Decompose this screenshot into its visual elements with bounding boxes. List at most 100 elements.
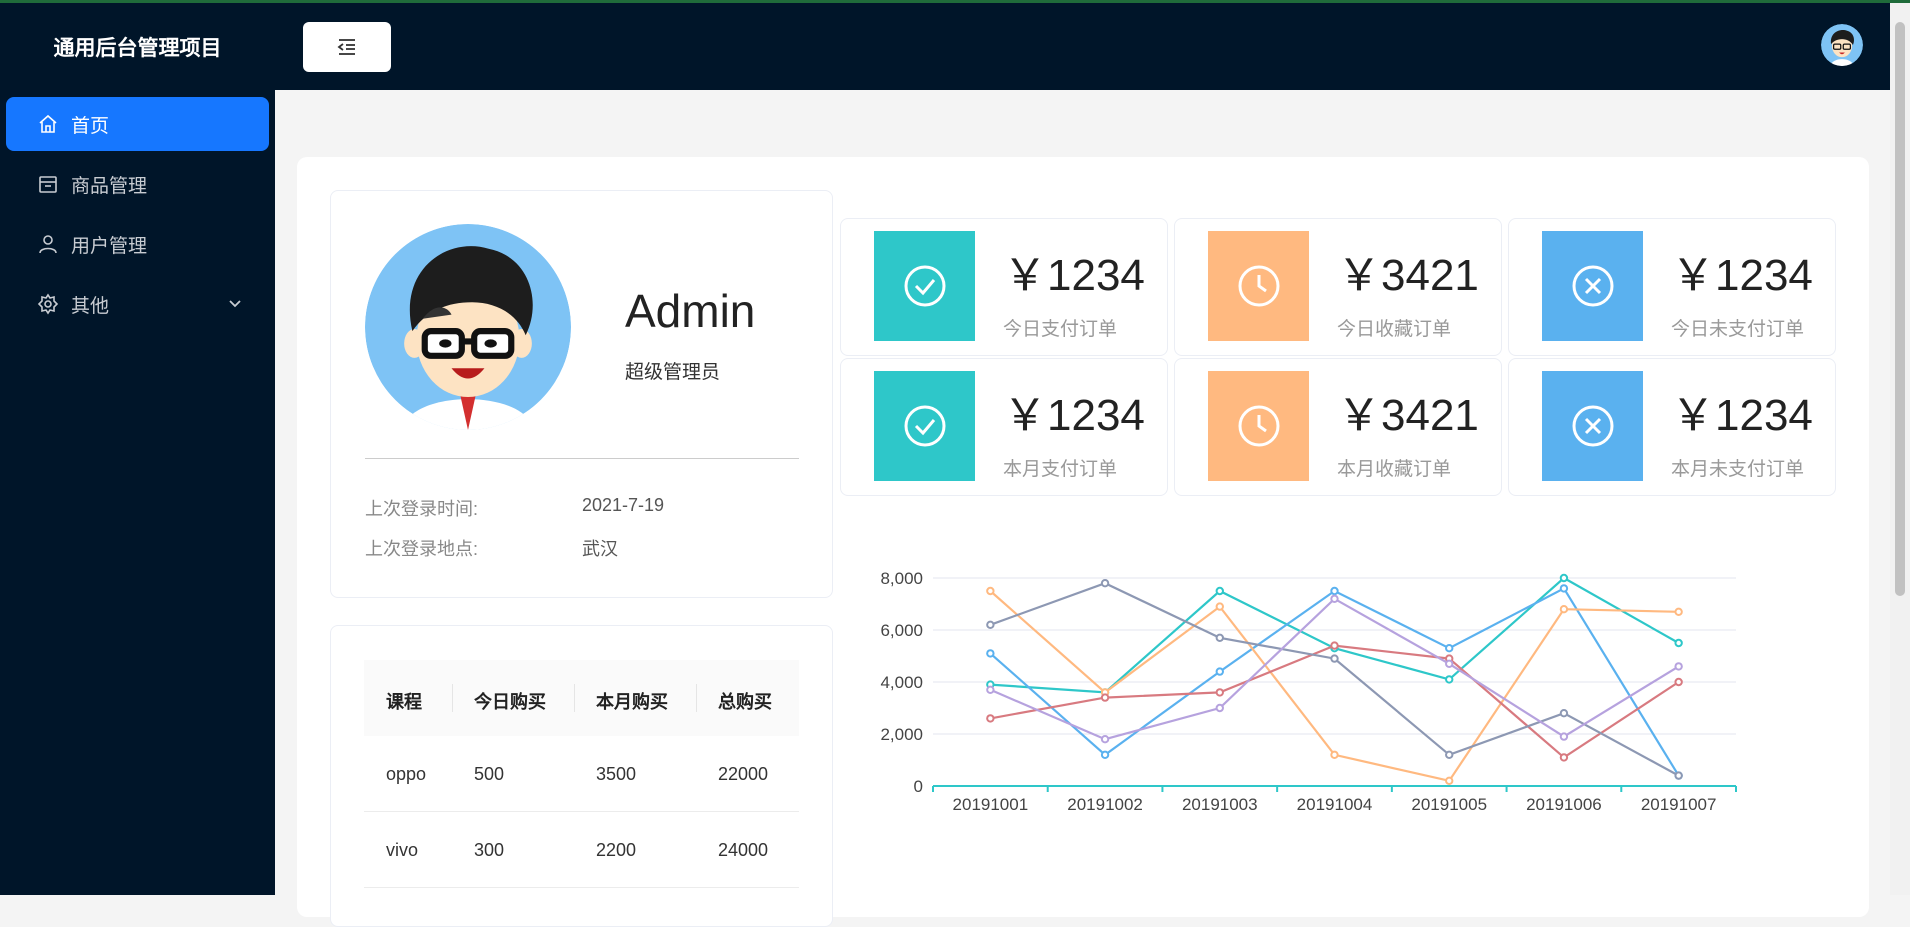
close-circle-icon xyxy=(1572,265,1613,307)
last-login-place-value: 武汉 xyxy=(582,539,618,559)
clock-icon xyxy=(1238,405,1279,447)
stat-card-today-paid: ￥1234 今日支付订单 xyxy=(840,218,1168,356)
stat-icon-box xyxy=(874,231,975,341)
table-row: vivo 300 2200 24000 xyxy=(364,812,799,888)
table-cell: oppo xyxy=(386,764,427,784)
table-header: 课程 今日购买 本月购买 总购买 xyxy=(364,660,799,736)
data-point xyxy=(1215,586,1224,596)
stat-value: ￥3421 xyxy=(1337,391,1479,440)
stat-icon-box xyxy=(1542,371,1643,481)
last-login-time-value: 2021-7-19 xyxy=(582,495,665,515)
table-cell: vivo xyxy=(386,840,419,860)
user-name: Admin xyxy=(625,285,756,337)
sidebar-item-users[interactable]: 用户管理 xyxy=(6,217,269,271)
header-avatar[interactable] xyxy=(1821,24,1863,66)
page-scrollbar-thumb[interactable] xyxy=(1895,22,1905,596)
chevron-down-icon xyxy=(227,295,243,311)
column-header: 总购买 xyxy=(718,692,772,712)
user-icon xyxy=(37,233,59,255)
data-point xyxy=(1559,573,1569,583)
check-circle-icon xyxy=(904,265,945,307)
x-tick-label: 20191002 xyxy=(1067,795,1143,814)
table-cell: 500 xyxy=(474,764,505,784)
stat-label: 本月未支付订单 xyxy=(1671,459,1805,480)
y-tick-label: 2,000 xyxy=(880,725,923,744)
data-point xyxy=(1100,693,1110,702)
data-point xyxy=(1559,709,1569,718)
column-separator xyxy=(696,684,697,712)
data-point xyxy=(1215,602,1224,611)
column-header: 今日购买 xyxy=(474,692,546,712)
series-line xyxy=(989,597,1680,741)
stat-value: ￥1234 xyxy=(1671,251,1813,300)
table-cell: 22000 xyxy=(718,764,769,784)
stat-card-month-paid: ￥1234 本月支付订单 xyxy=(840,358,1168,496)
sidebar-item-products[interactable]: 商品管理 xyxy=(6,157,269,211)
x-tick-label: 20191006 xyxy=(1526,795,1602,814)
data-point xyxy=(1215,633,1224,643)
data-point xyxy=(1330,750,1339,760)
purchase-table-card: 课程 今日购买 本月购买 总购买 oppo 500 3500 22000 viv… xyxy=(330,625,833,927)
table-row: oppo 500 3500 22000 xyxy=(364,736,799,812)
stat-card-today-favorite: ￥3421 今日收藏订单 xyxy=(1174,218,1502,356)
last-login-place-label: 上次登录地点: xyxy=(365,539,479,559)
check-circle-icon xyxy=(904,405,945,447)
data-point xyxy=(1215,688,1224,697)
stat-icon-box xyxy=(1542,231,1643,341)
column-header: 本月购买 xyxy=(596,692,668,712)
data-point xyxy=(1330,594,1339,603)
data-point xyxy=(986,649,995,658)
setting-icon xyxy=(37,293,59,315)
table-cell: 2200 xyxy=(596,840,637,860)
menu-collapse-button[interactable] xyxy=(303,22,391,72)
data-point xyxy=(1215,667,1224,676)
x-tick-label: 20191004 xyxy=(1297,795,1373,814)
y-tick-label: 4,000 xyxy=(880,673,923,692)
sidebar-menu: 首页 商品管理 用户管理 其他 xyxy=(0,97,275,337)
clock-icon xyxy=(1238,265,1279,307)
sidebar-item-label: 首页 xyxy=(71,115,110,137)
y-tick-label: 8,000 xyxy=(880,569,923,588)
sidebar-item-label: 其他 xyxy=(71,295,110,317)
user-avatar-icon xyxy=(1821,24,1863,66)
data-point xyxy=(1445,750,1454,760)
column-separator xyxy=(452,684,453,712)
data-point xyxy=(1559,732,1569,741)
stat-card-today-unpaid: ￥1234 今日未支付订单 xyxy=(1508,218,1836,356)
sidebar-item-label: 用户管理 xyxy=(71,235,148,257)
shop-icon xyxy=(37,173,59,195)
data-point xyxy=(986,714,995,723)
data-point xyxy=(1330,586,1339,596)
user-avatar xyxy=(365,224,571,430)
stat-label: 今日支付订单 xyxy=(1003,319,1118,340)
y-tick-label: 0 xyxy=(914,777,923,796)
last-login-time-label: 上次登录时间: xyxy=(365,499,479,519)
sidebar-item-home[interactable]: 首页 xyxy=(6,97,269,151)
stat-label: 本月收藏订单 xyxy=(1337,459,1452,480)
stat-label: 本月支付订单 xyxy=(1003,459,1118,480)
user-avatar-icon xyxy=(365,224,571,430)
stat-value: ￥1234 xyxy=(1003,251,1145,300)
stat-value: ￥3421 xyxy=(1337,251,1479,300)
data-point xyxy=(1674,638,1683,648)
data-point xyxy=(1674,662,1683,671)
data-point xyxy=(1100,579,1110,588)
sidebar-item-other[interactable]: 其他 xyxy=(6,277,269,331)
data-point xyxy=(1559,584,1569,593)
column-header: 课程 xyxy=(386,692,422,712)
close-circle-icon xyxy=(1572,405,1613,447)
sidebar: 通用后台管理项目 首页 商品管理 用户管理 其他 xyxy=(0,3,275,895)
x-tick-label: 20191005 xyxy=(1411,795,1487,814)
x-tick-label: 20191001 xyxy=(953,795,1029,814)
data-point xyxy=(986,620,995,630)
stat-label: 今日收藏订单 xyxy=(1337,319,1452,340)
table-cell: 3500 xyxy=(596,764,637,784)
data-point xyxy=(986,586,995,596)
x-tick-label: 20191003 xyxy=(1182,795,1258,814)
stat-icon-box xyxy=(1208,371,1309,481)
data-point xyxy=(1445,675,1454,684)
data-point xyxy=(1674,677,1683,687)
divider xyxy=(365,458,799,459)
stat-value: ￥1234 xyxy=(1003,391,1145,440)
user-role: 超级管理员 xyxy=(625,362,721,383)
